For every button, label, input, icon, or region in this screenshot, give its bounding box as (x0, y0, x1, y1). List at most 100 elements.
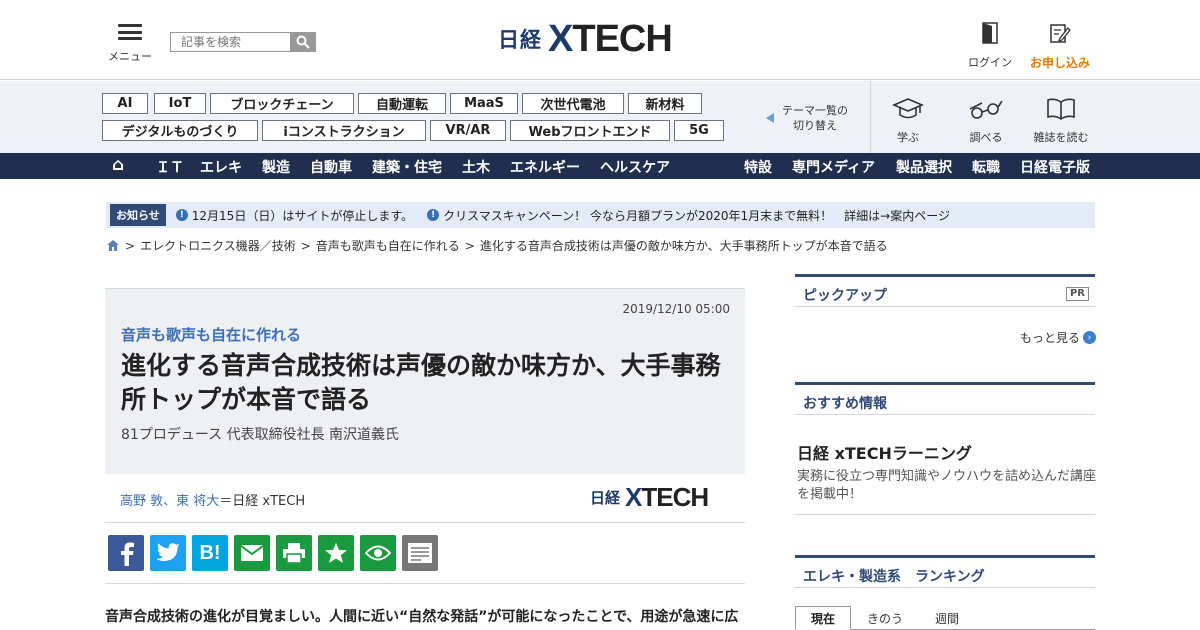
favorite-button[interactable] (318, 535, 354, 571)
author-links[interactable]: 高野 敦、東 将大 (120, 494, 219, 509)
login-button[interactable]: ログイン (966, 22, 1014, 70)
theme-switch-label: テーマ一覧の 切り替え (782, 104, 848, 132)
article-authors: 高野 敦、東 将大＝日経 xTECH (120, 494, 306, 509)
breadcrumb-item[interactable]: エレクトロニクス機器／技術 (140, 237, 296, 254)
facebook-icon (121, 542, 134, 566)
triangle-left-icon (766, 113, 774, 123)
print-button[interactable] (276, 535, 312, 571)
graduation-cap-icon (891, 98, 925, 119)
nav-item-products[interactable]: 製品選択 (896, 157, 952, 177)
mail-share-button[interactable] (234, 535, 270, 571)
theme-tag[interactable]: VR/AR (430, 120, 506, 141)
glasses-icon (969, 100, 1003, 119)
ranking-tabs: 現在 きのう 週間 (795, 606, 1095, 630)
nav-item-healthcare[interactable]: ヘルスケア (600, 157, 670, 177)
nav-item-jobs[interactable]: 転職 (972, 157, 1000, 177)
divider (105, 522, 745, 523)
search-icon (296, 35, 310, 49)
theme-tag[interactable]: ブロックチェーン (210, 93, 354, 114)
theme-tag[interactable]: MaaS (450, 93, 518, 114)
menu-label: メニュー (108, 50, 152, 63)
nav-item-manufacturing[interactable]: 製造 (262, 157, 290, 177)
tab-yesterday[interactable]: きのう (855, 606, 915, 630)
more-link[interactable]: もっと見る › (1020, 329, 1097, 346)
pickup-header: ピックアップ PR (795, 277, 1095, 307)
nav-item-nikkei[interactable]: 日経電子版 (1020, 157, 1090, 177)
menu-button[interactable]: メニュー (108, 24, 152, 64)
nav-item-special[interactable]: 特設 (744, 157, 772, 177)
site-logo[interactable]: 日経 XTECH (498, 18, 673, 60)
pickup-box: ピックアップ PR (795, 274, 1095, 307)
magazine-button[interactable]: 雑誌を読む (1032, 97, 1090, 145)
recommend-box: おすすめ情報 (795, 382, 1095, 415)
watch-button[interactable] (360, 535, 396, 571)
chevron-right-icon: › (1083, 331, 1097, 344)
divider (795, 514, 1095, 515)
learning-title[interactable]: 日経 xTECHラーニング (797, 440, 972, 464)
ranking-box: エレキ・製造系 ランキング (795, 555, 1095, 588)
notice-item[interactable]: ! クリスマスキャンペーン！ 今なら月額プランが2020年1月末まで無料！ 詳細は… (427, 207, 950, 224)
hatena-bookmark-button[interactable]: B! (192, 535, 228, 571)
theme-tag[interactable]: 新材料 (628, 93, 702, 114)
theme-tag[interactable]: 次世代電池 (522, 93, 624, 114)
theme-tag[interactable]: Webフロントエンド (510, 120, 670, 141)
nav-item-civil[interactable]: 土木 (462, 157, 490, 177)
theme-tag[interactable]: 5G (674, 120, 724, 141)
nav-item-architecture[interactable]: 建築・住宅 (372, 157, 442, 177)
breadcrumb-item[interactable]: 音声も歌声も自在に作れる (316, 237, 460, 254)
theme-tag[interactable]: IoT (154, 93, 206, 114)
tab-current[interactable]: 現在 (795, 606, 851, 630)
magazine-label: 雑誌を読む (1033, 131, 1089, 144)
search-button[interactable] (290, 32, 316, 52)
divider (870, 81, 871, 153)
home-icon[interactable] (106, 239, 120, 252)
site-header: メニュー 日経 XTECH ログイン お申し込み (0, 0, 1200, 80)
ranking-header: エレキ・製造系 ランキング (795, 558, 1095, 588)
search-input[interactable] (170, 32, 290, 52)
facebook-share-button[interactable] (108, 535, 144, 571)
research-label: 調べる (969, 131, 1003, 144)
breadcrumb-sep: > (300, 238, 311, 253)
theme-tag[interactable]: 自動運転 (358, 93, 446, 114)
article-date: 2019/12/10 05:00 (622, 302, 730, 316)
theme-switch-button[interactable]: テーマ一覧の 切り替え (766, 103, 848, 133)
nav-item-electronics[interactable]: エレキ (200, 157, 242, 177)
theme-bar: AI IoT ブロックチェーン 自動運転 MaaS 次世代電池 新材料 デジタル… (0, 81, 1200, 153)
printer-icon (283, 543, 305, 564)
research-button[interactable]: 調べる (964, 97, 1008, 145)
article-series[interactable]: 音声も歌声も自在に作れる (121, 324, 301, 345)
learn-label: 学ぶ (897, 131, 919, 144)
nav-item-it[interactable]: ＩＴ (156, 157, 184, 177)
nav-item-automotive[interactable]: 自動車 (310, 157, 352, 177)
theme-tag[interactable]: デジタルものづくり (102, 120, 258, 141)
info-icon: ! (427, 209, 440, 221)
memo-button[interactable] (402, 535, 438, 571)
breadcrumb-sep: > (125, 238, 136, 253)
article-title: 進化する音声合成技術は声優の敵か味方か、大手事務所トップが本音で語る (121, 351, 721, 414)
form-pencil-icon (1050, 24, 1071, 43)
theme-tag[interactable]: iコンストラクション (262, 120, 426, 141)
apply-button[interactable]: お申し込み (1028, 22, 1092, 71)
article-subtitle: 81プロデュース 代表取締役社長 南沢道義氏 (121, 427, 400, 443)
open-book-icon (1047, 98, 1075, 120)
hatena-b-icon: B! (199, 541, 221, 564)
pr-badge: PR (1065, 287, 1089, 301)
tab-weekly[interactable]: 週間 (919, 606, 975, 630)
learn-button[interactable]: 学ぶ (888, 97, 928, 145)
theme-tag[interactable]: AI (102, 93, 148, 114)
mail-icon (240, 545, 264, 561)
home-icon[interactable]: ⌂ (112, 155, 124, 175)
notice-badge: お知らせ (110, 204, 166, 226)
nav-item-energy[interactable]: エネルギー (510, 157, 580, 177)
logo-xtech: XTECH (548, 18, 673, 60)
apply-label: お申し込み (1029, 56, 1090, 70)
article-header: 2019/12/10 05:00 音声も歌声も自在に作れる 進化する音声合成技術… (105, 288, 745, 474)
notice-item[interactable]: ! 12月15日（日）はサイトが停止します。 (175, 207, 413, 224)
divider (105, 583, 745, 584)
article-logo: 日経 XTECH (590, 482, 709, 512)
twitter-share-button[interactable] (150, 535, 186, 571)
breadcrumb-sep: > (464, 238, 475, 253)
info-icon: ! (175, 209, 188, 221)
breadcrumb: > エレクトロニクス機器／技術 > 音声も歌声も自在に作れる > 進化する音声合… (106, 237, 888, 254)
nav-item-media[interactable]: 専門メディア (792, 157, 875, 177)
